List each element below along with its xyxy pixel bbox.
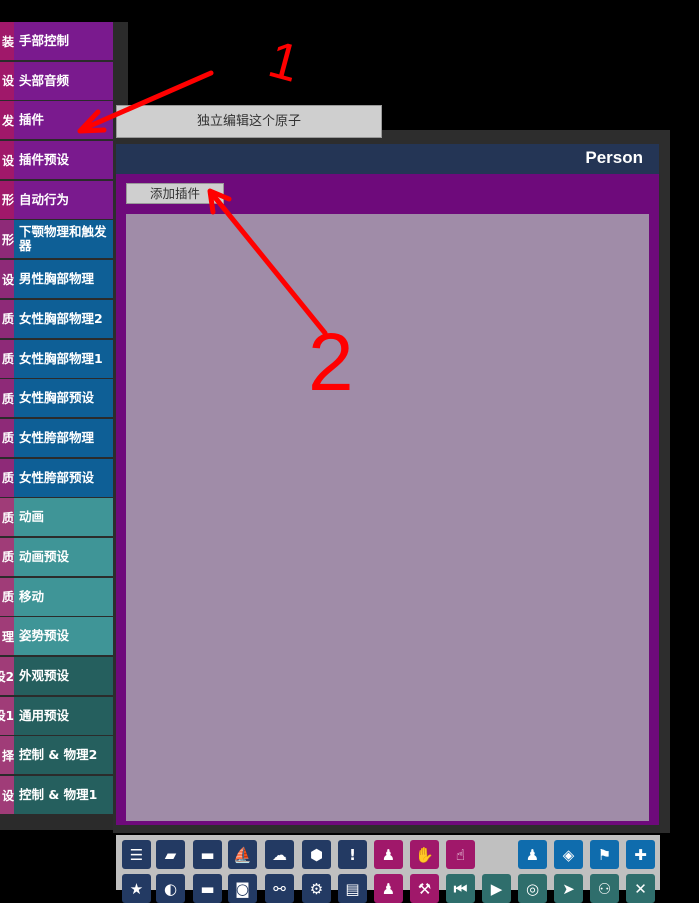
annotation-number-2: 2 (308, 317, 354, 408)
annotation-overlay: 1 2 (77, 30, 354, 408)
annotation-arrow-1 (80, 70, 214, 132)
annotation-arrow-2 (210, 192, 328, 336)
annotation-number-1: 1 (263, 30, 306, 94)
